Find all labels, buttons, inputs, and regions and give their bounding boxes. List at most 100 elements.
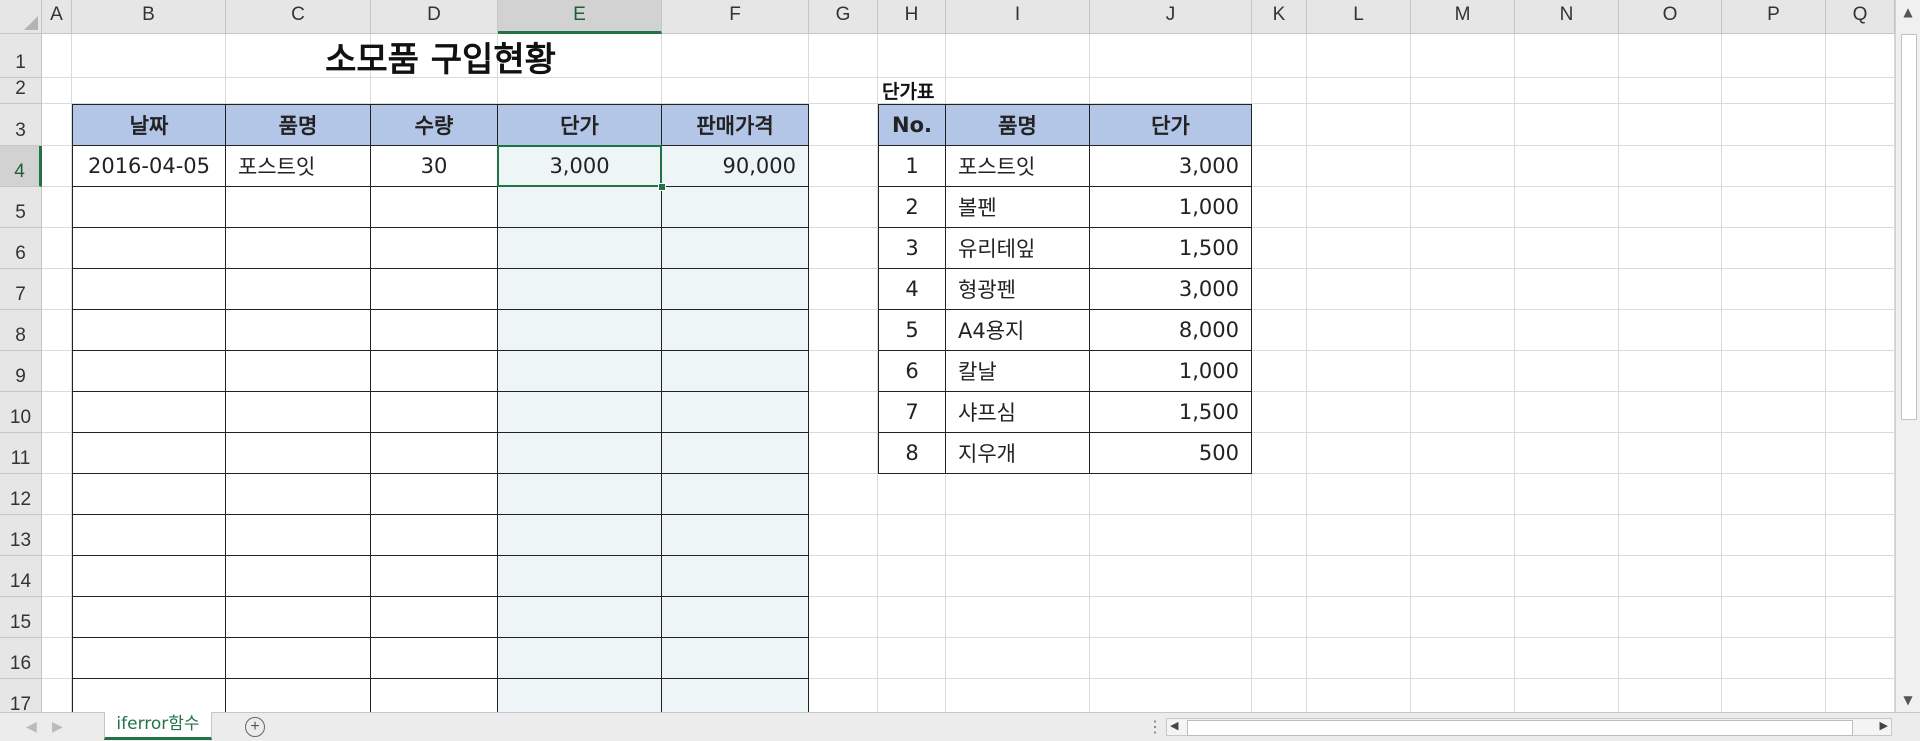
table-cell[interactable] bbox=[371, 597, 498, 638]
tab-split-handle-icon[interactable]: ⋮ bbox=[1147, 717, 1163, 737]
table-cell[interactable] bbox=[226, 679, 371, 712]
price-data-cell[interactable]: 6 bbox=[878, 351, 946, 392]
purchase-data-cell[interactable]: 2016-04-05 bbox=[72, 146, 226, 187]
column-header-i[interactable]: I bbox=[946, 0, 1090, 34]
table-cell[interactable] bbox=[226, 187, 371, 228]
row-header-12[interactable]: 12 bbox=[0, 474, 42, 515]
table-cell[interactable] bbox=[498, 515, 662, 556]
price-data-cell[interactable]: 형광펜 bbox=[946, 269, 1090, 310]
sheet-title[interactable]: 소모품 구입현황 bbox=[72, 34, 809, 79]
table-cell[interactable] bbox=[72, 638, 226, 679]
price-data-cell[interactable]: 4 bbox=[878, 269, 946, 310]
table-cell[interactable] bbox=[226, 638, 371, 679]
add-sheet-icon[interactable]: + bbox=[245, 717, 265, 737]
row-header-10[interactable]: 10 bbox=[0, 392, 42, 433]
table-cell[interactable] bbox=[662, 187, 809, 228]
table-cell[interactable] bbox=[226, 433, 371, 474]
table-cell[interactable] bbox=[226, 351, 371, 392]
table-cell[interactable] bbox=[371, 433, 498, 474]
row-header-14[interactable]: 14 bbox=[0, 556, 42, 597]
table-cell[interactable] bbox=[662, 269, 809, 310]
table-cell[interactable] bbox=[371, 638, 498, 679]
select-all-corner[interactable] bbox=[0, 0, 42, 34]
purchase-header-cell[interactable]: 단가 bbox=[498, 104, 662, 146]
row-header-15[interactable]: 15 bbox=[0, 597, 42, 638]
table-cell[interactable] bbox=[72, 351, 226, 392]
column-header-p[interactable]: P bbox=[1722, 0, 1826, 34]
table-cell[interactable] bbox=[72, 515, 226, 556]
column-header-f[interactable]: F bbox=[662, 0, 809, 34]
price-data-cell[interactable]: 3,000 bbox=[1090, 146, 1252, 187]
row-header-9[interactable]: 9 bbox=[0, 351, 42, 392]
row-header-11[interactable]: 11 bbox=[0, 433, 42, 474]
vertical-scrollbar[interactable]: ▲ ▼ bbox=[1895, 0, 1920, 712]
row-header-3[interactable]: 3 bbox=[0, 104, 42, 146]
column-header-q[interactable]: Q bbox=[1826, 0, 1895, 34]
row-header-17[interactable]: 17 bbox=[0, 679, 42, 712]
table-cell[interactable] bbox=[371, 351, 498, 392]
vertical-scroll-thumb[interactable] bbox=[1901, 34, 1917, 420]
table-cell[interactable] bbox=[498, 638, 662, 679]
row-header-13[interactable]: 13 bbox=[0, 515, 42, 556]
price-data-cell[interactable]: 5 bbox=[878, 310, 946, 351]
column-header-k[interactable]: K bbox=[1252, 0, 1307, 34]
price-data-cell[interactable]: 샤프심 bbox=[946, 392, 1090, 433]
column-header-n[interactable]: N bbox=[1515, 0, 1619, 34]
table-cell[interactable] bbox=[371, 474, 498, 515]
table-cell[interactable] bbox=[498, 187, 662, 228]
table-cell[interactable] bbox=[662, 392, 809, 433]
price-data-cell[interactable]: 1,000 bbox=[1090, 351, 1252, 392]
column-header-c[interactable]: C bbox=[226, 0, 371, 34]
price-data-cell[interactable]: 포스트잇 bbox=[946, 146, 1090, 187]
table-cell[interactable] bbox=[226, 515, 371, 556]
horizontal-scroll-thumb[interactable] bbox=[1187, 720, 1853, 736]
purchase-header-cell[interactable]: 날짜 bbox=[72, 104, 226, 146]
scroll-up-icon[interactable]: ▲ bbox=[1900, 4, 1916, 20]
row-header-7[interactable]: 7 bbox=[0, 269, 42, 310]
table-cell[interactable] bbox=[662, 433, 809, 474]
table-cell[interactable] bbox=[371, 228, 498, 269]
price-header-cell[interactable]: 단가 bbox=[1090, 104, 1252, 146]
price-data-cell[interactable]: 7 bbox=[878, 392, 946, 433]
price-data-cell[interactable]: 칼날 bbox=[946, 351, 1090, 392]
price-data-cell[interactable]: 1 bbox=[878, 146, 946, 187]
sheet-tab-iferror[interactable]: iferror함수 bbox=[104, 712, 212, 740]
spreadsheet-grid[interactable]: 소모품 구입현황 날짜 품명 수량 단가 판매가격 2016-04-05 포스트잇 30 3,00… bbox=[0, 0, 1895, 712]
table-cell[interactable] bbox=[72, 679, 226, 712]
table-cell[interactable] bbox=[498, 597, 662, 638]
table-cell[interactable] bbox=[662, 228, 809, 269]
table-cell[interactable] bbox=[662, 638, 809, 679]
table-cell[interactable] bbox=[72, 597, 226, 638]
column-header-o[interactable]: O bbox=[1619, 0, 1722, 34]
table-cell[interactable] bbox=[226, 392, 371, 433]
table-cell[interactable] bbox=[371, 556, 498, 597]
table-cell[interactable] bbox=[498, 474, 662, 515]
row-header-16[interactable]: 16 bbox=[0, 638, 42, 679]
table-cell[interactable] bbox=[72, 392, 226, 433]
purchase-header-cell[interactable]: 판매가격 bbox=[662, 104, 809, 146]
table-cell[interactable] bbox=[226, 310, 371, 351]
horizontal-scrollbar[interactable]: ◀ ▶ bbox=[1166, 718, 1892, 736]
price-header-cell[interactable]: 품명 bbox=[946, 104, 1090, 146]
column-header-h[interactable]: H bbox=[878, 0, 946, 34]
table-cell[interactable] bbox=[72, 187, 226, 228]
row-header-4[interactable]: 4 bbox=[0, 146, 42, 187]
table-cell[interactable] bbox=[498, 310, 662, 351]
table-cell[interactable] bbox=[498, 679, 662, 712]
row-header-2[interactable]: 2 bbox=[0, 78, 42, 104]
table-cell[interactable] bbox=[371, 310, 498, 351]
table-cell[interactable] bbox=[72, 556, 226, 597]
fill-handle[interactable] bbox=[658, 183, 666, 191]
table-cell[interactable] bbox=[498, 351, 662, 392]
price-data-cell[interactable]: A4용지 bbox=[946, 310, 1090, 351]
column-header-m[interactable]: M bbox=[1411, 0, 1515, 34]
price-data-cell[interactable]: 지우개 bbox=[946, 433, 1090, 474]
table-cell[interactable] bbox=[498, 433, 662, 474]
purchase-data-cell[interactable]: 90,000 bbox=[662, 146, 809, 187]
next-sheet-icon[interactable]: ▶ bbox=[52, 718, 63, 735]
price-data-cell[interactable]: 유리테잎 bbox=[946, 228, 1090, 269]
price-data-cell[interactable]: 3 bbox=[878, 228, 946, 269]
scroll-right-icon[interactable]: ▶ bbox=[1880, 719, 1888, 732]
row-header-1[interactable]: 1 bbox=[0, 34, 42, 78]
price-data-cell[interactable]: 1,500 bbox=[1090, 392, 1252, 433]
